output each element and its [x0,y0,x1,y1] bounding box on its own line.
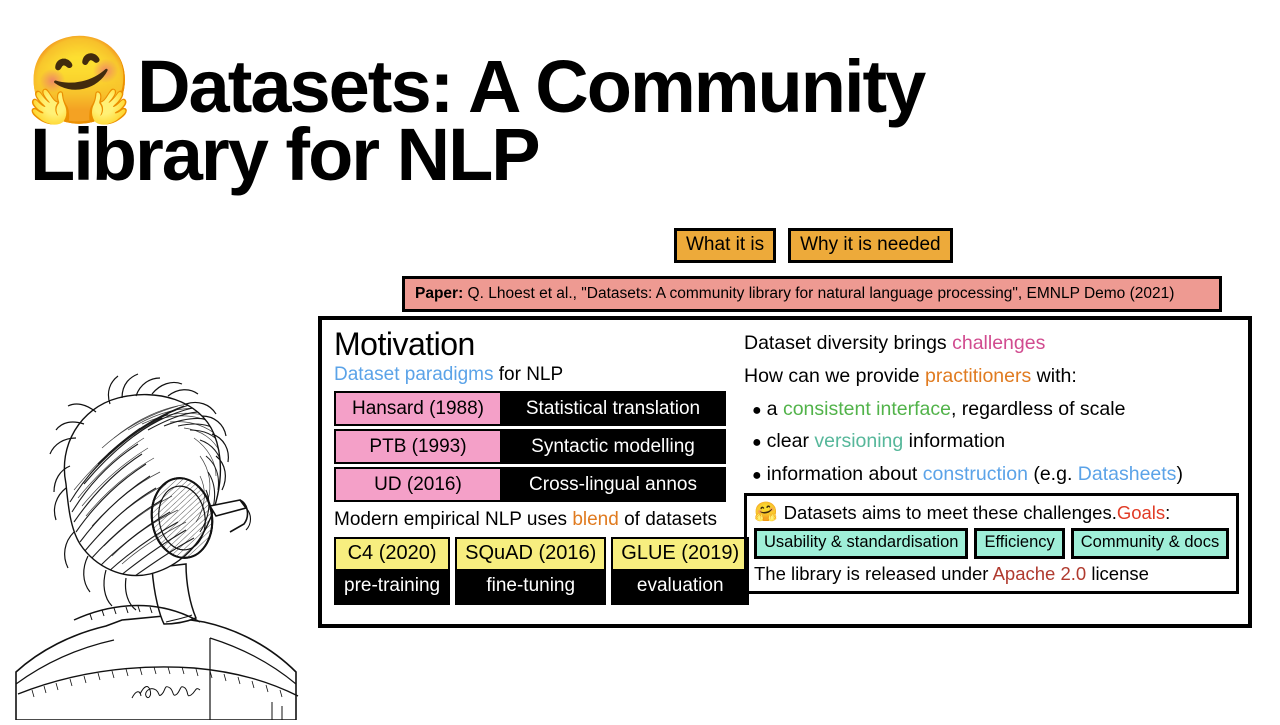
paradigm-dataset-2: UD (2016) [336,469,502,501]
paradigm-use-1: Syntactic modelling [502,431,724,463]
license-highlight: Apache 2.0 [992,563,1087,585]
challenges-line-2-post: with: [1031,365,1077,388]
page-title: 🤗 Datasets: A Community Library for NLP [26,31,1206,196]
hugging-face-emoji-icon: 🤗 [754,500,778,523]
paradigm-use-2: Cross-lingual annos [502,469,724,501]
license-post: license [1086,563,1149,585]
license-pre: The library is released under [754,563,993,585]
goal-chip-usability[interactable]: Usability & standardisation [754,528,969,560]
title-line-2: Library for NLP [30,113,541,196]
paper-citation-band: Paper: Q. Lhoest et al., "Datasets: A co… [402,276,1222,313]
table-row: UD (2016) Cross-lingual annos [334,467,726,503]
table-row: Hansard (1988) Statistical translation [334,391,726,427]
dataset-paradigms-rest: for NLP [493,363,564,385]
paradigm-dataset-0: Hansard (1988) [336,393,502,425]
bullet-2-highlight: construction [922,462,1028,485]
stage-card-0: C4 (2020) pre-training [334,537,451,605]
bullet-dot-icon: ● [752,402,762,420]
bullet-1-post: information [903,430,1006,453]
paradigm-dataset-1: PTB (1993) [336,431,502,463]
challenges-highlight: challenges [952,332,1046,354]
bullet-2-post: (e.g. [1027,462,1078,485]
stage-card-1: SQuAD (2016) fine-tuning [455,537,607,605]
goals-highlight: Goals [1116,501,1166,523]
challenges-line-1-pre: Dataset diversity brings [744,332,953,354]
table-row: PTB (1993) Syntactic modelling [334,429,726,465]
blend-post: of datasets [618,509,718,531]
bullet-2-pre: information about [766,462,923,485]
dataset-paradigms-highlight: Dataset paradigms [334,363,494,385]
challenges-column: Dataset diversity brings challenges How … [736,320,1249,624]
list-item: ● clear versioning information [744,428,1239,454]
bullet-0-highlight: consistent interface [782,398,951,421]
paper-citation-text: Q. Lhoest et al., "Datasets: A community… [463,285,1175,302]
paradigm-use-0: Statistical translation [502,393,724,425]
stage-label-1: fine-tuning [457,571,605,603]
blend-highlight: blend [572,509,619,531]
challenges-line-1: Dataset diversity brings challenges [744,330,1239,356]
challenges-line-2: How can we provide practitioners with: [744,363,1239,389]
motivation-heading: Motivation [334,326,475,362]
stage-label-2: evaluation [613,571,748,603]
bullet-1-highlight: versioning [814,430,904,453]
stage-card-2: GLUE (2019) evaluation [611,537,750,605]
title-line-1: Datasets: A Community [137,45,926,128]
list-item: ● information about construction (e.g. Da… [744,461,1239,487]
bullet-dot-icon: ● [752,434,762,452]
goals-head-pre: Datasets aims to meet these challenges. [783,501,1117,523]
topic-chip-group: What it is Why it is needed [674,228,953,263]
goals-box: 🤗 Datasets aims to meet these challenges.… [744,492,1240,595]
bullet-2-highlight-2: Datasheets [1077,462,1177,485]
challenges-line-2-pre: How can we provide [744,365,926,388]
motivation-column: Motivation Dataset paradigms for NLP Han… [322,320,750,624]
paper-label: Paper: [415,285,464,302]
illustration-sketch [14,372,314,721]
goals-heading: 🤗 Datasets aims to meet these challenges.… [754,501,1229,525]
pipeline-stage-group: C4 (2020) pre-training SQuAD (2016) fine… [334,537,750,605]
chip-why-it-is-needed[interactable]: Why it is needed [788,228,953,263]
bullet-2-post-2: ) [1176,462,1183,485]
license-line: The library is released under Apache 2.0… [754,563,1229,585]
slide-canvas: 🤗 Datasets: A Community Library for NLP … [0,0,1280,721]
goal-chip-efficiency[interactable]: Efficiency [974,528,1065,560]
bullet-dot-icon: ● [752,466,762,484]
blend-line: Modern empirical NLP uses blend of datas… [334,508,726,533]
stage-dataset-2: GLUE (2019) [613,539,748,572]
blend-pre: Modern empirical NLP uses [334,509,573,531]
bullet-1-pre: clear [766,430,815,453]
chip-what-it-is[interactable]: What it is [674,228,777,263]
bullet-0-pre: a [766,398,783,421]
dataset-paradigms-line: Dataset paradigms for NLP [334,363,726,387]
stage-dataset-1: SQuAD (2016) [457,539,605,572]
content-frame: Motivation Dataset paradigms for NLP Han… [318,316,1252,628]
list-item: ● a consistent interface, regardless of s… [744,396,1239,422]
goal-chip-community[interactable]: Community & docs [1070,528,1230,560]
bullet-0-post: , regardless of scale [950,398,1126,421]
stage-label-0: pre-training [336,571,449,603]
practitioners-highlight: practitioners [925,365,1032,388]
hugging-face-emoji-icon: 🤗 [26,31,134,131]
stage-dataset-0: C4 (2020) [336,539,449,572]
goal-chip-group: Usability & standardisation Efficiency C… [754,528,1230,560]
goals-head-post: : [1165,501,1171,523]
